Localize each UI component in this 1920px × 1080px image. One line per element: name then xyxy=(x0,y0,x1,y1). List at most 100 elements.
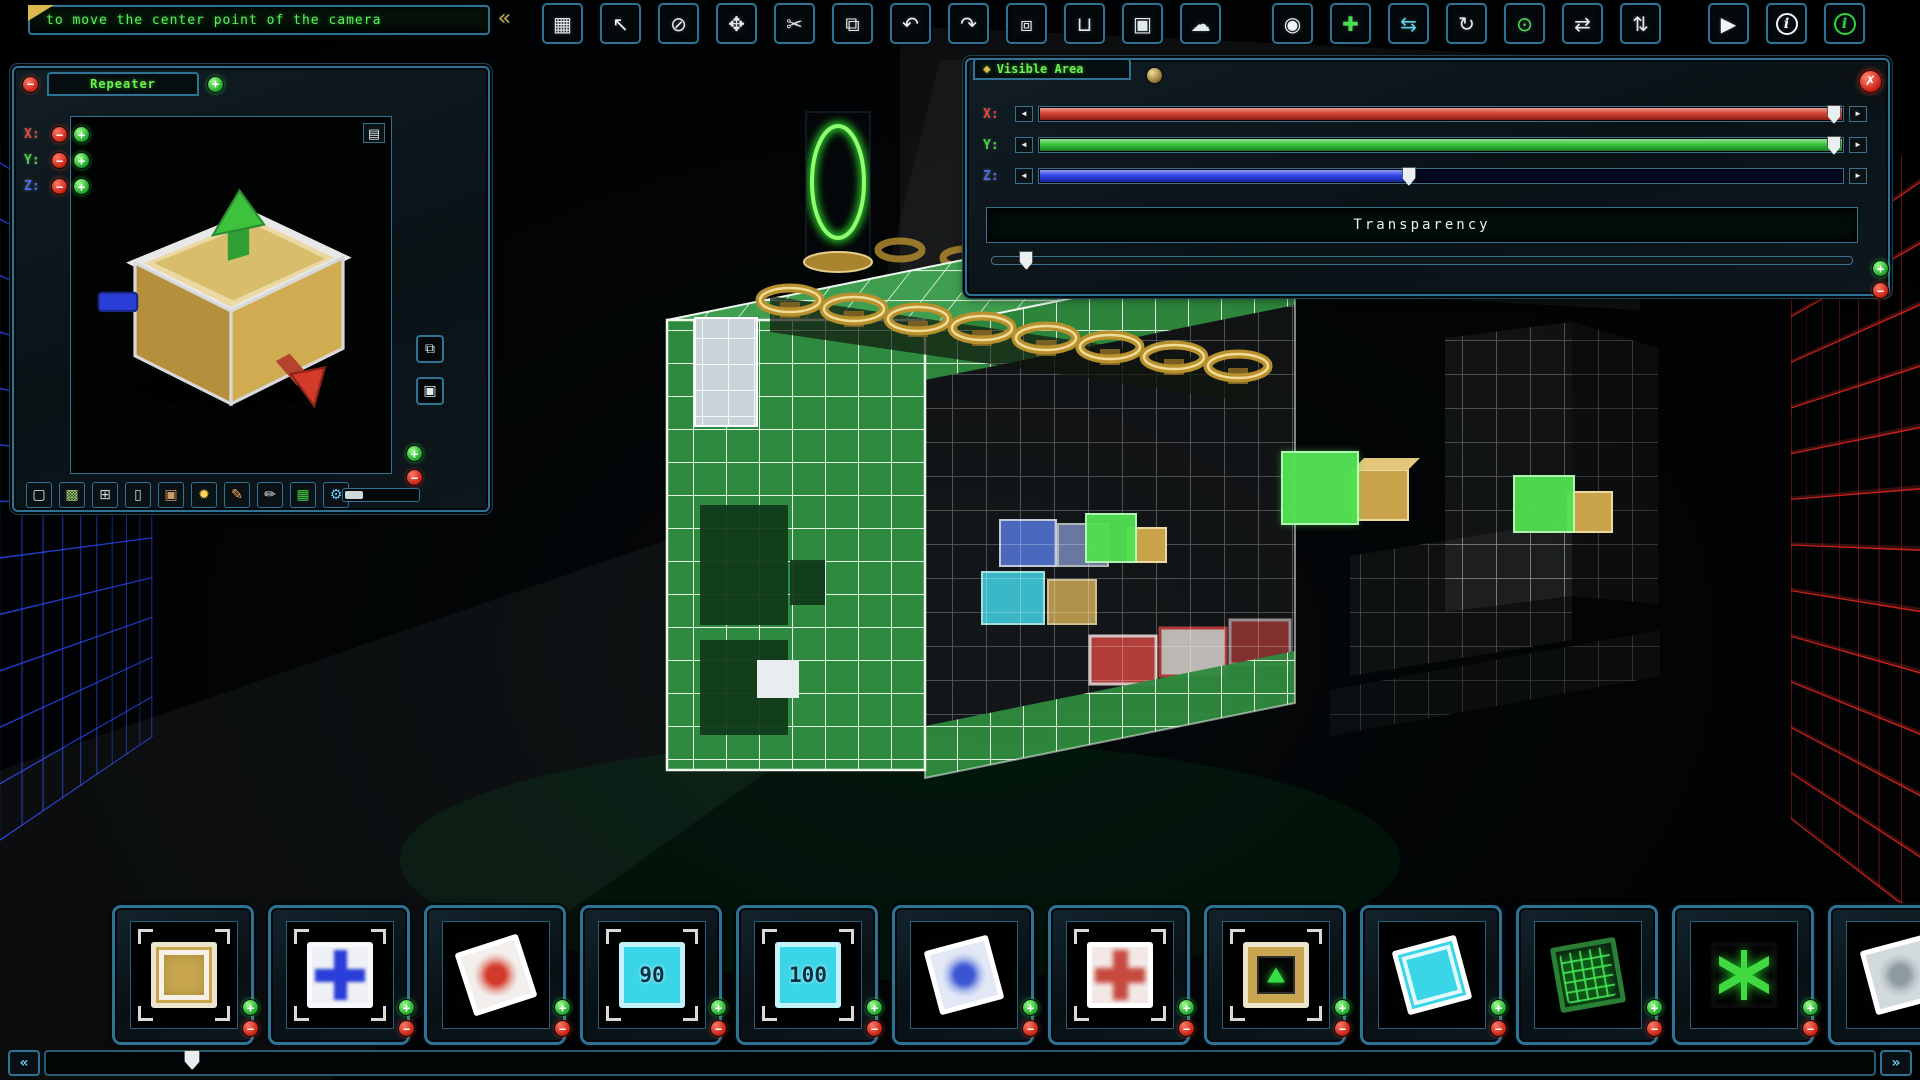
slot-counter-100-block[interactable]: 100 + − xyxy=(736,905,878,1045)
slot-counter-90-block[interactable]: 90 + − xyxy=(580,905,722,1045)
slider-track[interactable] xyxy=(1039,138,1843,152)
repeater-3d-preview[interactable]: ▤ xyxy=(70,116,392,474)
close-button[interactable]: ✗ xyxy=(1859,70,1882,93)
info-button[interactable]: i xyxy=(1766,3,1807,44)
pencil-button[interactable]: ✏ xyxy=(257,482,283,508)
play-button[interactable]: ▶ xyxy=(1708,3,1749,44)
preview-menu-button[interactable]: ▤ xyxy=(363,123,385,143)
transparency-slider[interactable] xyxy=(991,256,1853,265)
scrollbar-thumb[interactable] xyxy=(184,1050,200,1070)
slider-right-arrow[interactable]: ► xyxy=(1849,168,1867,184)
slot-decrease-button[interactable]: − xyxy=(710,1020,727,1037)
slot-blue-dice-block[interactable]: + − xyxy=(892,905,1034,1045)
slot-increase-button[interactable]: + xyxy=(1022,999,1039,1016)
slider-handle[interactable] xyxy=(1827,105,1841,124)
repeater-x-increase-button[interactable]: + xyxy=(73,126,90,143)
slider-right-arrow[interactable]: ► xyxy=(1849,137,1867,153)
slot-decrease-button[interactable]: − xyxy=(554,1020,571,1037)
device-button[interactable]: ▯ xyxy=(125,482,151,508)
slot-gold-screen-block[interactable]: + − xyxy=(1204,905,1346,1045)
repeater-minus-button[interactable]: − xyxy=(406,469,423,486)
repeater-collapse-button[interactable]: − xyxy=(22,76,39,93)
copy-tool-button[interactable]: ⧉ xyxy=(832,3,873,44)
blank-tile-button[interactable]: ▢ xyxy=(26,482,52,508)
transparency-handle[interactable] xyxy=(1019,251,1033,270)
visibility-eye-button[interactable]: ⊙ xyxy=(1504,3,1545,44)
bucket-tool-button[interactable]: ⊔ xyxy=(1064,3,1105,44)
cut-tool-button[interactable]: ✂ xyxy=(774,3,815,44)
repeater-title-tab[interactable]: Repeater xyxy=(47,72,199,96)
visible-area-plus-button[interactable]: + xyxy=(1872,260,1889,277)
slider-left-arrow[interactable]: ◄ xyxy=(1015,106,1033,122)
slot-decrease-button[interactable]: − xyxy=(1178,1020,1195,1037)
repeater-z-increase-button[interactable]: + xyxy=(73,178,90,195)
slider-left-arrow[interactable]: ◄ xyxy=(1015,137,1033,153)
slot-decrease-button[interactable]: − xyxy=(1646,1020,1663,1037)
slider-right-arrow[interactable]: ► xyxy=(1849,106,1867,122)
delete-tool-button[interactable]: ⊘ xyxy=(658,3,699,44)
repeater-y-increase-button[interactable]: + xyxy=(73,152,90,169)
scrollbar-track[interactable] xyxy=(44,1050,1876,1076)
slot-decrease-button[interactable]: − xyxy=(1490,1020,1507,1037)
screen-flip-button[interactable]: ⇅ xyxy=(1620,3,1661,44)
repeater-z-decrease-button[interactable]: − xyxy=(51,178,68,195)
chip-button[interactable]: ▦ xyxy=(290,482,316,508)
repeater-mini-scrollbar[interactable] xyxy=(342,488,420,502)
slot-increase-button[interactable]: + xyxy=(554,999,571,1016)
pan-hand-tool-button[interactable]: ✥ xyxy=(716,3,757,44)
screen-rotate-button[interactable]: ⇄ xyxy=(1562,3,1603,44)
repeater-plus-button[interactable]: + xyxy=(406,445,423,462)
scroll-left-button[interactable]: « xyxy=(8,1050,40,1076)
slider-track[interactable] xyxy=(1039,169,1843,183)
paint-button[interactable]: ✎ xyxy=(224,482,250,508)
slot-decrease-button[interactable]: − xyxy=(242,1020,259,1037)
slot-increase-button[interactable]: + xyxy=(242,999,259,1016)
copy-item-button[interactable]: ⧉ xyxy=(416,335,444,363)
repeater-add-button[interactable]: + xyxy=(207,76,224,93)
select-tool-button[interactable]: ↖ xyxy=(600,3,641,44)
undo-button[interactable]: ↶ xyxy=(890,3,931,44)
move-camera-button[interactable]: ✚ xyxy=(1330,3,1371,44)
slot-decrease-button[interactable]: − xyxy=(398,1020,415,1037)
keypad-button[interactable]: ⊞ xyxy=(92,482,118,508)
slot-gold-frame-block[interactable]: + − xyxy=(112,905,254,1045)
slot-cyan-dice-block[interactable]: + − xyxy=(1360,905,1502,1045)
slot-increase-button[interactable]: + xyxy=(1490,999,1507,1016)
slot-blue-cross-block[interactable]: + − xyxy=(268,905,410,1045)
save-item-button[interactable]: ▣ xyxy=(416,377,444,405)
repeater-y-decrease-button[interactable]: − xyxy=(51,152,68,169)
visible-area-minus-button[interactable]: − xyxy=(1872,282,1889,299)
slot-increase-button[interactable]: + xyxy=(1334,999,1351,1016)
slot-gray-dice-block[interactable]: + − xyxy=(1828,905,1920,1045)
slot-increase-button[interactable]: + xyxy=(710,999,727,1016)
visible-area-title-tab[interactable]: ◆ Visible Area xyxy=(973,58,1131,80)
pattern-tile-button[interactable]: ▩ xyxy=(59,482,85,508)
slot-increase-button[interactable]: + xyxy=(1802,999,1819,1016)
slot-increase-button[interactable]: + xyxy=(398,999,415,1016)
slot-decrease-button[interactable]: − xyxy=(1334,1020,1351,1037)
slot-increase-button[interactable]: + xyxy=(1646,999,1663,1016)
texture-tool-button[interactable]: ▦ xyxy=(542,3,583,44)
redo-button[interactable]: ↷ xyxy=(948,3,989,44)
camera-button[interactable]: ◉ xyxy=(1272,3,1313,44)
bulb-button[interactable]: ✹ xyxy=(191,482,217,508)
slot-decrease-button[interactable]: − xyxy=(1022,1020,1039,1037)
scroll-right-button[interactable]: » xyxy=(1880,1050,1912,1076)
slot-decrease-button[interactable]: − xyxy=(866,1020,883,1037)
image-button[interactable]: ▣ xyxy=(158,482,184,508)
pan-horizontal-button[interactable]: ⇆ xyxy=(1388,3,1429,44)
slot-red-dice-block[interactable]: + − xyxy=(424,905,566,1045)
slot-decrease-button[interactable]: − xyxy=(1802,1020,1819,1037)
cube-tool-button[interactable]: ⧈ xyxy=(1006,3,1047,44)
slot-circuit-block[interactable]: + − xyxy=(1516,905,1658,1045)
repeater-x-decrease-button[interactable]: − xyxy=(51,126,68,143)
slot-increase-button[interactable]: + xyxy=(1178,999,1195,1016)
slider-handle[interactable] xyxy=(1827,136,1841,155)
save-button[interactable]: ▣ xyxy=(1122,3,1163,44)
slider-left-arrow[interactable]: ◄ xyxy=(1015,168,1033,184)
slider-handle[interactable] xyxy=(1402,167,1416,186)
slider-track[interactable] xyxy=(1039,107,1843,121)
help-button[interactable]: i xyxy=(1824,3,1865,44)
slot-red-cross-block[interactable]: + − xyxy=(1048,905,1190,1045)
slot-jack-item[interactable]: + − xyxy=(1672,905,1814,1045)
